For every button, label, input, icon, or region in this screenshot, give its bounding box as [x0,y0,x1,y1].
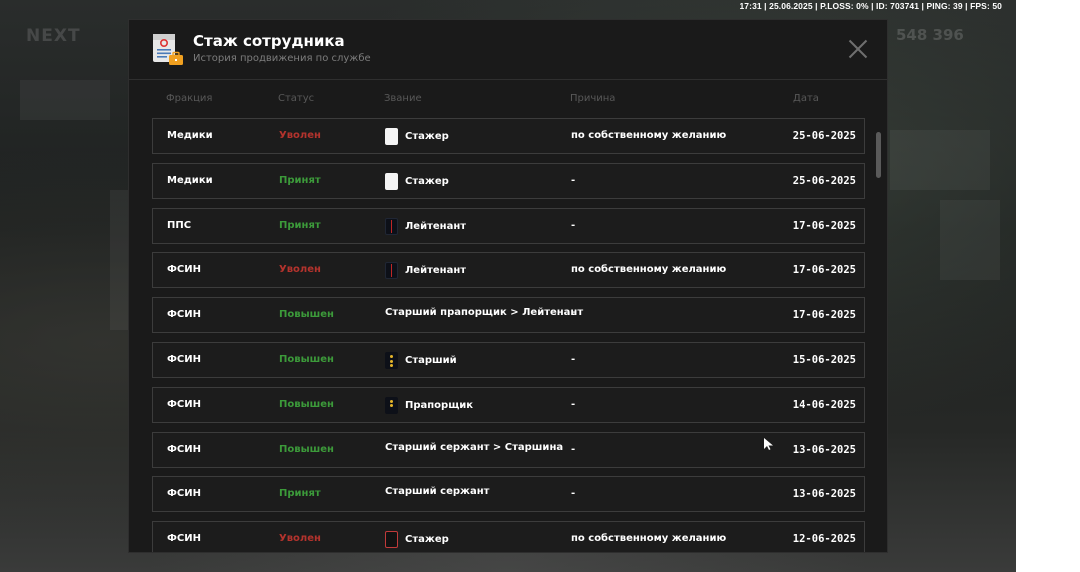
mouse-cursor-icon [764,438,773,450]
rank-insignia-icon [385,352,398,369]
background-shape [940,200,1000,280]
column-header-reason: Причина [570,93,616,104]
row-faction: ППС [167,219,192,231]
row-rank-label: Стажер [405,131,449,142]
row-status: Повышен [279,398,334,410]
row-reason: по собственному желанию [571,533,727,545]
row-faction: ФСИН [167,488,201,500]
row-reason: по собственному желанию [571,130,727,141]
row-status: Уволен [279,264,321,276]
row-reason: по собственному желанию [571,264,727,276]
row-date: 14-06-2025 [792,398,856,411]
hud-money: 548 396 [896,26,964,44]
column-header-date: Дата [793,93,819,104]
history-row[interactable]: ФСИН Уволен Лейтенант по собственному желан… [152,252,865,289]
history-row[interactable]: ФСИН Уволен Стажер по собственному желанию 1… [152,521,865,552]
row-rank: Старший прапорщик > Лейтенант [385,307,583,318]
row-rank: Стажер [385,128,449,145]
row-date: 25-06-2025 [792,174,856,187]
modal-subtitle: История продвижения по службе [193,53,371,64]
rank-insignia-icon [385,396,398,414]
row-rank-label: Старший сержант > Старшина [385,441,564,453]
row-date: 17-06-2025 [792,309,856,322]
row-rank-label: Старший сержант [385,486,490,498]
modal-title: Стаж сотрудника [193,32,345,50]
row-faction: ФСИН [167,533,201,545]
row-rank-label: Стажер [405,175,449,187]
row-faction: ФСИН [167,398,201,410]
history-row[interactable]: Медики Принят Стажер - 25-06-2025 [152,162,865,199]
row-date: 25-06-2025 [792,130,856,142]
row-reason: - [571,174,576,186]
row-rank: Старший сержант [385,486,489,497]
row-rank: Лейтенант [385,217,467,235]
row-rank-label: Стажер [405,534,449,546]
row-status: Принят [279,174,321,186]
row-reason: - [571,354,576,365]
history-row[interactable]: ФСИН Повышен Прапорщик - 14-06-2025 [152,386,865,423]
column-header-rank: Звание [384,93,422,104]
row-rank: Стажер [385,172,449,190]
row-date: 15-06-2025 [792,354,856,366]
background-shape [20,80,110,120]
column-header-faction: Фракция [166,93,213,104]
row-reason: - [571,398,576,410]
row-faction: Медики [167,130,213,141]
row-faction: ФСИН [167,443,201,455]
status-bar: 17:31 | 25.06.2025 | P.LOSS: 0% | ID: 70… [739,1,1002,11]
row-date: 13-06-2025 [792,443,856,456]
history-row[interactable]: ФСИН Повышен Старший - 15-06-2025 [152,342,865,378]
row-status: Повышен [279,443,334,455]
row-status: Уволен [279,130,321,141]
row-rank: Старший сержант > Старшина [385,442,563,453]
history-row[interactable]: ФСИН Повышен Старший сержант > Старшина - 13… [152,431,865,468]
row-reason: - [571,219,576,231]
rank-insignia-icon [385,128,398,145]
history-row[interactable]: Медики Уволен Стажер по собственному желани… [152,118,865,154]
row-rank-label: Старший [405,355,457,366]
row-rank: Прапорщик [385,396,474,414]
row-status: Повышен [279,354,334,365]
row-rank: Старший [385,352,457,369]
row-status: Уволен [279,533,321,545]
rank-insignia-icon [385,172,398,190]
row-date: 13-06-2025 [792,488,856,501]
row-status: Повышен [279,309,334,321]
row-reason: - [571,443,576,455]
column-header-status: Статус [278,93,315,104]
row-rank-label: Прапорщик [405,399,474,411]
row-faction: Медики [167,174,213,186]
row-faction: ФСИН [167,264,201,276]
row-date: 12-06-2025 [792,533,856,546]
row-date: 17-06-2025 [792,219,856,232]
rank-insignia-icon [385,262,398,280]
modal-header: Стаж сотрудника История продвижения по с… [129,20,887,80]
column-headers: Фракция Статус Звание Причина Дата [129,93,887,107]
employee-history-modal: Стаж сотрудника История продвижения по с… [128,19,888,553]
row-rank: Лейтенант [385,262,467,280]
history-row[interactable]: ФСИН Повышен Старший прапорщик > Лейтенант… [152,297,865,334]
row-rank: Стажер [385,531,449,549]
row-rank-label: Лейтенант [405,265,467,277]
row-reason: - [571,309,576,321]
hud-logo: NEXT [26,26,81,46]
rank-insignia-icon [385,217,398,235]
row-date: 17-06-2025 [792,264,856,277]
row-rank-label: Старший прапорщик > Лейтенант [385,307,584,319]
rank-insignia-icon [385,531,398,549]
row-reason: - [571,488,576,500]
row-faction: ФСИН [167,354,201,365]
background-shape [890,130,990,190]
document-suitcase-icon [153,34,183,65]
scrollbar-thumb[interactable] [876,132,881,178]
row-faction: ФСИН [167,309,201,321]
row-status: Принят [279,488,321,500]
history-row[interactable]: ППС Принят Лейтенант - 17-06-2025 [152,207,865,244]
row-status: Принят [279,219,321,231]
close-icon[interactable] [847,38,869,60]
history-row[interactable]: ФСИН Принят Старший сержант - 13-06-2025 [152,476,865,513]
row-rank-label: Лейтенант [405,220,467,232]
